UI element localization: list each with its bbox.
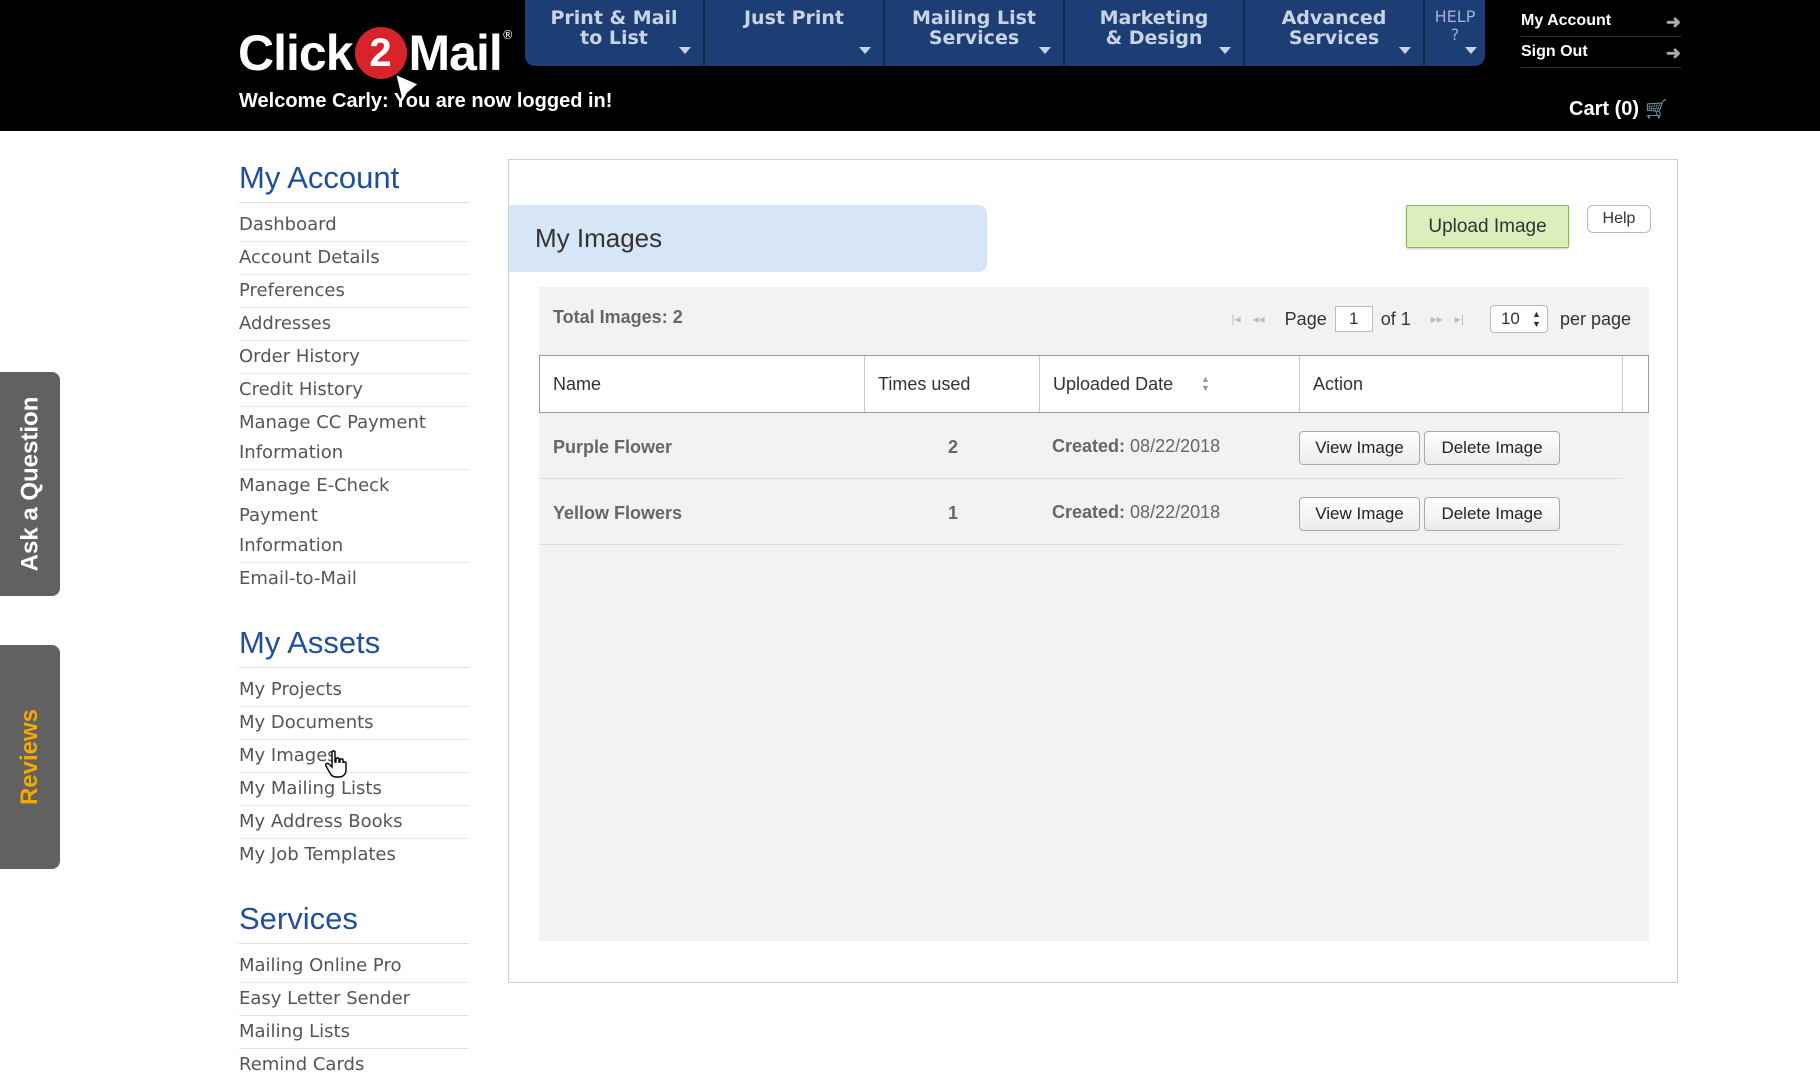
grid-toolbar: Total Images: 2 |◂ ◂◂ Page 1 of 1 ▸▸ ▸| … <box>539 287 1649 349</box>
services-menu: Mailing Online Pro Easy Letter Sender Ma… <box>239 950 469 1080</box>
sidebar-item-my-images[interactable]: My Images <box>239 740 469 773</box>
sidebar-item-my-mailing-lists[interactable]: My Mailing Lists <box>239 773 469 806</box>
nav-mailing-list-services[interactable]: Mailing List Services <box>885 0 1065 66</box>
sign-out-link[interactable]: Sign Out ➜ <box>1521 43 1681 68</box>
per-page-select[interactable]: 10 ▲ ▼ <box>1489 305 1548 333</box>
nav-advanced-services[interactable]: Advanced Services <box>1245 0 1425 66</box>
sidebar-item-credit-history[interactable]: Credit History <box>239 374 469 407</box>
nav-help[interactable]: HELP? <box>1425 0 1485 66</box>
sidebar-item-addresses[interactable]: Addresses <box>239 308 469 341</box>
table-row: Yellow Flowers 1 Created: 08/22/2018 Vie… <box>539 479 1622 545</box>
nav-just-print[interactable]: Just Print <box>705 0 885 66</box>
nav-marketing-design[interactable]: Marketing & Design <box>1065 0 1245 66</box>
cart-icon: 🛒 <box>1645 99 1668 119</box>
column-action: Action <box>1300 356 1623 412</box>
view-image-button[interactable]: View Image <box>1299 431 1420 465</box>
chevron-down-icon <box>859 47 871 54</box>
next-page-icon[interactable]: ▸▸ <box>1431 312 1443 326</box>
sidebar-item-account-details[interactable]: Account Details <box>239 242 469 275</box>
table-header: Name Times used Uploaded Date ▲ ▼ Action <box>539 355 1649 413</box>
sidebar-item-manage-echeck-payment[interactable]: Manage E-Check Payment Information <box>239 470 469 563</box>
times-used: 2 <box>948 437 959 457</box>
chevron-down-icon <box>1039 47 1051 54</box>
sidebar-item-order-history[interactable]: Order History <box>239 341 469 374</box>
arrow-right-icon: ➜ <box>1665 43 1681 63</box>
chevron-down-icon <box>1465 47 1477 54</box>
reviews-tab[interactable]: Reviews <box>0 645 60 869</box>
chevron-down-icon <box>1399 47 1411 54</box>
table-row: Purple Flower 2 Created: 08/22/2018 View… <box>539 413 1622 479</box>
assets-menu: My Projects My Documents My Images My Ma… <box>239 674 469 871</box>
page-label: Page <box>1284 308 1327 329</box>
delete-image-button[interactable]: Delete Image <box>1424 497 1560 531</box>
page-title: My Images <box>535 223 663 253</box>
sidebar-item-my-job-templates[interactable]: My Job Templates <box>239 839 469 871</box>
sidebar-title-my-account: My Account <box>239 160 469 203</box>
page-total-label: of 1 <box>1380 308 1411 329</box>
first-page-icon[interactable]: |◂ <box>1231 312 1240 326</box>
help-button[interactable]: Help <box>1587 205 1651 233</box>
my-images-panel: My Images Upload Image Help Total Images… <box>508 159 1678 983</box>
cart-link[interactable]: Cart (0) 🛒 <box>1569 98 1667 121</box>
sidebar-title-services: Services <box>239 901 469 944</box>
sidebar-item-dashboard[interactable]: Dashboard <box>239 209 469 242</box>
account-menu: Dashboard Account Details Preferences Ad… <box>239 209 469 595</box>
pager: |◂ ◂◂ Page 1 of 1 ▸▸ ▸| 10 ▲ ▼ per page <box>1225 305 1631 333</box>
sidebar-item-my-documents[interactable]: My Documents <box>239 707 469 740</box>
select-arrows-icon: ▲ ▼ <box>1532 309 1541 329</box>
page-number-input[interactable]: 1 <box>1334 306 1373 332</box>
ask-a-question-tab[interactable]: Ask a Question <box>0 372 60 596</box>
column-name[interactable]: Name <box>540 356 865 412</box>
images-grid: Total Images: 2 |◂ ◂◂ Page 1 of 1 ▸▸ ▸| … <box>539 287 1649 941</box>
times-used: 1 <box>948 503 959 523</box>
image-name: Yellow Flowers <box>553 503 683 523</box>
sidebar-item-my-address-books[interactable]: My Address Books <box>239 806 469 839</box>
chevron-down-icon <box>679 47 691 54</box>
logo-two-badge: 2 <box>354 27 417 98</box>
upload-image-button[interactable]: Upload Image <box>1406 205 1569 248</box>
sidebar-item-mailing-lists[interactable]: Mailing Lists <box>239 1016 469 1049</box>
uploaded-date: Created: 08/22/2018 <box>1052 502 1221 522</box>
sidebar-item-manage-cc-payment[interactable]: Manage CC Payment Information <box>239 407 469 470</box>
my-account-link[interactable]: My Account ➜ <box>1521 12 1681 37</box>
sidebar-item-preferences[interactable]: Preferences <box>239 275 469 308</box>
column-uploaded-date[interactable]: Uploaded Date ▲ ▼ <box>1040 356 1300 412</box>
delete-image-button[interactable]: Delete Image <box>1424 431 1560 465</box>
page-title-bar: My Images <box>509 205 987 272</box>
per-page-label: per page <box>1559 308 1631 329</box>
welcome-message: Welcome Carly: You are now logged in! <box>239 90 613 112</box>
sidebar-item-mailing-online-pro[interactable]: Mailing Online Pro <box>239 950 469 983</box>
sidebar-item-remind-cards[interactable]: Remind Cards <box>239 1049 469 1080</box>
sidebar-item-easy-letter-sender[interactable]: Easy Letter Sender <box>239 983 469 1016</box>
view-image-button[interactable]: View Image <box>1299 497 1420 531</box>
last-page-icon[interactable]: ▸| <box>1455 312 1464 326</box>
site-header: Click 2 Mail ® Welcome Carly: You are no… <box>0 0 1820 131</box>
prev-page-icon[interactable]: ◂◂ <box>1253 312 1265 326</box>
sidebar-item-email-to-mail[interactable]: Email-to-Mail <box>239 563 469 595</box>
click2mail-logo[interactable]: Click 2 Mail ® <box>238 22 514 98</box>
sidebar-item-my-projects[interactable]: My Projects <box>239 674 469 707</box>
sort-icon: ▲ ▼ <box>1201 374 1210 393</box>
column-times-used[interactable]: Times used <box>865 356 1040 412</box>
nav-print-mail-to-list[interactable]: Print & Mail to List <box>525 0 705 66</box>
arrow-right-icon: ➜ <box>1665 12 1681 32</box>
chevron-down-icon <box>1219 47 1231 54</box>
uploaded-date: Created: 08/22/2018 <box>1052 436 1221 456</box>
total-images-count: Total Images: 2 <box>553 307 683 327</box>
main-nav: Print & Mail to List Just Print Mailing L… <box>525 0 1485 66</box>
sidebar-title-my-assets: My Assets <box>239 625 469 668</box>
hand-cursor-icon <box>325 750 347 778</box>
image-name: Purple Flower <box>553 437 673 457</box>
account-sidebar: My Account Dashboard Account Details Pre… <box>239 160 469 1080</box>
